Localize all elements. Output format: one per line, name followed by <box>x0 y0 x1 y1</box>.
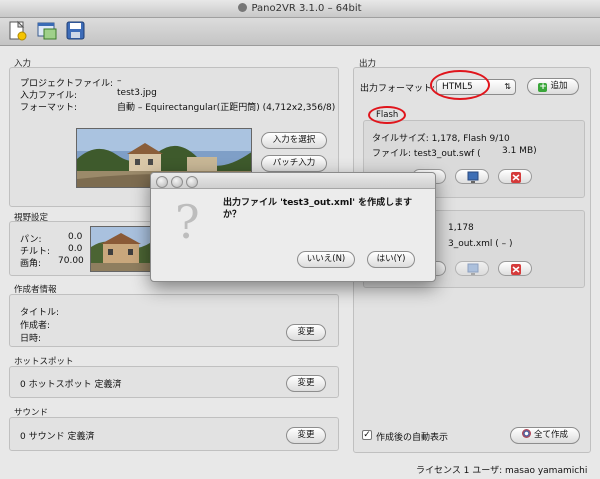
create-all-label: 全て作成 <box>533 430 568 440</box>
format-label: フォーマット: <box>20 103 78 113</box>
dialog-no-button[interactable]: いいえ(N) <box>297 251 355 268</box>
open-window-icon[interactable] <box>36 20 58 42</box>
output-format-label: 出力フォーマット: <box>360 84 436 94</box>
delete-icon <box>511 264 521 275</box>
monitor-icon <box>467 171 479 183</box>
hotspot-change-button[interactable]: 変更 <box>286 375 326 392</box>
chevron-updown-icon: ⇅ <box>504 82 511 91</box>
toolbar <box>0 18 600 46</box>
dialog-close-icon[interactable] <box>156 176 168 188</box>
plus-icon: + <box>538 82 548 92</box>
save-icon[interactable] <box>65 20 87 42</box>
dialog-message: 出力ファイル 'test3_out.xml' を作成しますか？ <box>223 197 423 221</box>
sound-summary: 0 サウンド 定義済 <box>20 432 95 442</box>
patch-input-button[interactable]: パッチ入力 <box>261 155 327 172</box>
question-icon: ? <box>175 195 200 249</box>
confirm-dialog: ? 出力ファイル 'test3_out.xml' を作成しますか？ いいえ(N)… <box>150 172 436 282</box>
fov-value: 70.00 <box>58 256 84 266</box>
monitor-icon <box>467 263 479 275</box>
title-label: タイトル: <box>20 308 60 318</box>
date-label: 日時: <box>20 334 42 344</box>
html5-preview-button[interactable] <box>455 261 489 276</box>
project-file-value: – <box>117 76 122 86</box>
auto-display-checkbox[interactable]: ✓ <box>362 430 372 440</box>
flash-panel-title: Flash <box>376 110 399 120</box>
window-titlebar: Pano2VR 3.1.0 – 64bit <box>0 0 600 18</box>
delete-icon <box>511 172 521 183</box>
flash-tile-size: タイルサイズ: 1,178, Flash 9/10 <box>372 134 510 144</box>
flash-file: ファイル: test3_out.swf ( <box>372 149 481 159</box>
add-output-label: 追加 <box>550 81 568 91</box>
window-title: Pano2VR 3.1.0 – 64bit <box>251 3 362 14</box>
flash-size: 3.1 MB) <box>502 146 537 156</box>
input-file-value: test3.jpg <box>117 88 157 98</box>
fov-label: 画角: <box>20 259 42 269</box>
sound-group: 0 サウンド 定義済 変更 <box>9 417 339 451</box>
dialog-yes-button[interactable]: はい(Y) <box>367 251 415 268</box>
new-project-icon[interactable] <box>7 20 29 42</box>
pan-value: 0.0 <box>68 232 83 242</box>
dialog-zoom-icon[interactable] <box>186 176 198 188</box>
format-value: 自動 – Equirectangular(正距円筒) (4,712x2,356/… <box>117 103 336 113</box>
app-icon <box>238 3 248 12</box>
create-all-button[interactable]: 全て作成 <box>510 427 580 444</box>
author-label: 作成者: <box>20 321 51 331</box>
annotation-circle-html5 <box>430 70 490 100</box>
dialog-message-text: 出力ファイル 'test3_out.xml' を作成しますか？ <box>223 198 413 220</box>
html5-delete-button[interactable] <box>498 261 532 276</box>
select-input-button[interactable]: 入力を選択 <box>261 132 327 149</box>
auto-display-label: 作成後の自動表示 <box>376 433 449 443</box>
flash-delete-button[interactable] <box>498 169 532 184</box>
create-gear-icon <box>521 429 531 438</box>
hotspot-summary: 0 ホットスポット 定義済 <box>20 380 122 390</box>
html5-tile-size: 1,178 <box>448 223 474 233</box>
license-status: ライセンス 1 ユーザ: masao yamamichi <box>416 466 588 476</box>
sound-change-button[interactable]: 変更 <box>286 427 326 444</box>
view-preview-image <box>90 226 152 272</box>
dialog-titlebar <box>151 173 435 189</box>
tilt-value: 0.0 <box>68 244 83 254</box>
author-group: タイトル: 作成者: 日時: 変更 <box>9 294 339 347</box>
dialog-minimize-icon[interactable] <box>171 176 183 188</box>
flash-preview-button[interactable] <box>455 169 489 184</box>
author-change-button[interactable]: 変更 <box>286 324 326 341</box>
add-output-button[interactable]: + 追加 <box>527 78 579 95</box>
html5-file: 3_out.xml ( – ) <box>448 239 513 249</box>
hotspot-group: 0 ホットスポット 定義済 変更 <box>9 366 339 398</box>
